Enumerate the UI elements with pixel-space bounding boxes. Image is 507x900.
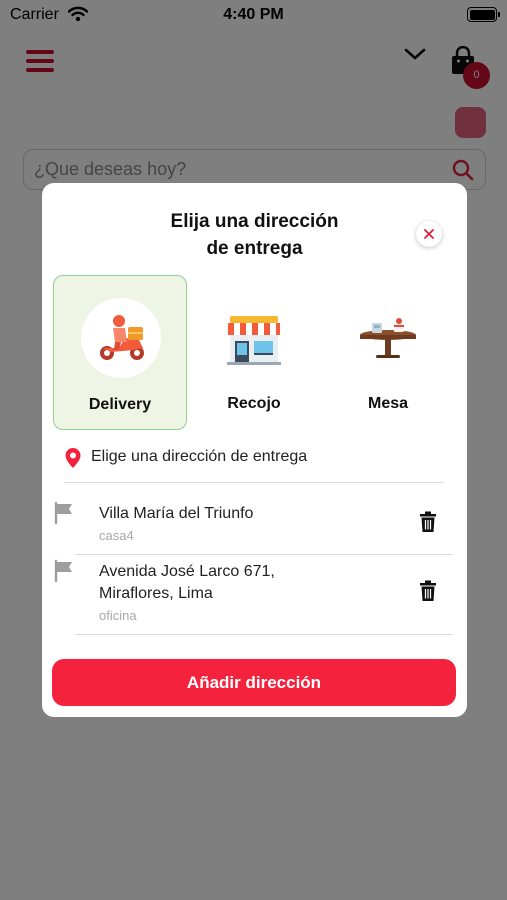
flag-icon [54, 559, 72, 583]
option-recojo[interactable]: Recojo [187, 275, 321, 430]
modal-title-line1: Elija una dirección [170, 211, 339, 232]
scooter-delivery-icon [81, 298, 161, 378]
location-pin-icon [65, 448, 81, 468]
modal-title-line2: de entrega [206, 238, 303, 259]
option-mesa-label: Mesa [367, 395, 409, 412]
close-button[interactable] [416, 221, 442, 247]
choose-address-label: Elige una dirección de entrega [91, 448, 308, 465]
flag-icon [54, 501, 72, 525]
choose-address-row[interactable]: Elige una dirección de entrega [64, 445, 444, 483]
add-address-button[interactable]: Añadir dirección [52, 659, 456, 706]
modal-title: Elija una dirección de entrega [112, 208, 397, 262]
address-item[interactable]: Villa María del Triunfo casa4 [52, 501, 452, 553]
close-icon [424, 229, 434, 239]
store-icon [214, 297, 294, 377]
trash-icon[interactable] [418, 510, 438, 534]
option-delivery-label: Delivery [88, 396, 152, 413]
table-icon [348, 297, 428, 377]
delivery-address-modal: Elija una dirección de entrega Delivery [42, 183, 467, 717]
address-line1: Villa María del Triunfo [99, 505, 254, 522]
address-tag: casa4 [99, 528, 134, 543]
option-mesa[interactable]: Mesa [321, 275, 455, 430]
option-delivery[interactable]: Delivery [53, 275, 187, 430]
address-line2: Miraflores, Lima [99, 585, 213, 602]
trash-icon[interactable] [418, 579, 438, 603]
address-line1: Avenida José Larco 671, [99, 563, 275, 580]
divider [75, 634, 453, 635]
divider [75, 554, 453, 555]
option-recojo-label: Recojo [227, 395, 281, 412]
address-item[interactable]: Avenida José Larco 671, Miraflores, Lima… [52, 559, 452, 629]
address-tag: oficina [99, 608, 137, 623]
